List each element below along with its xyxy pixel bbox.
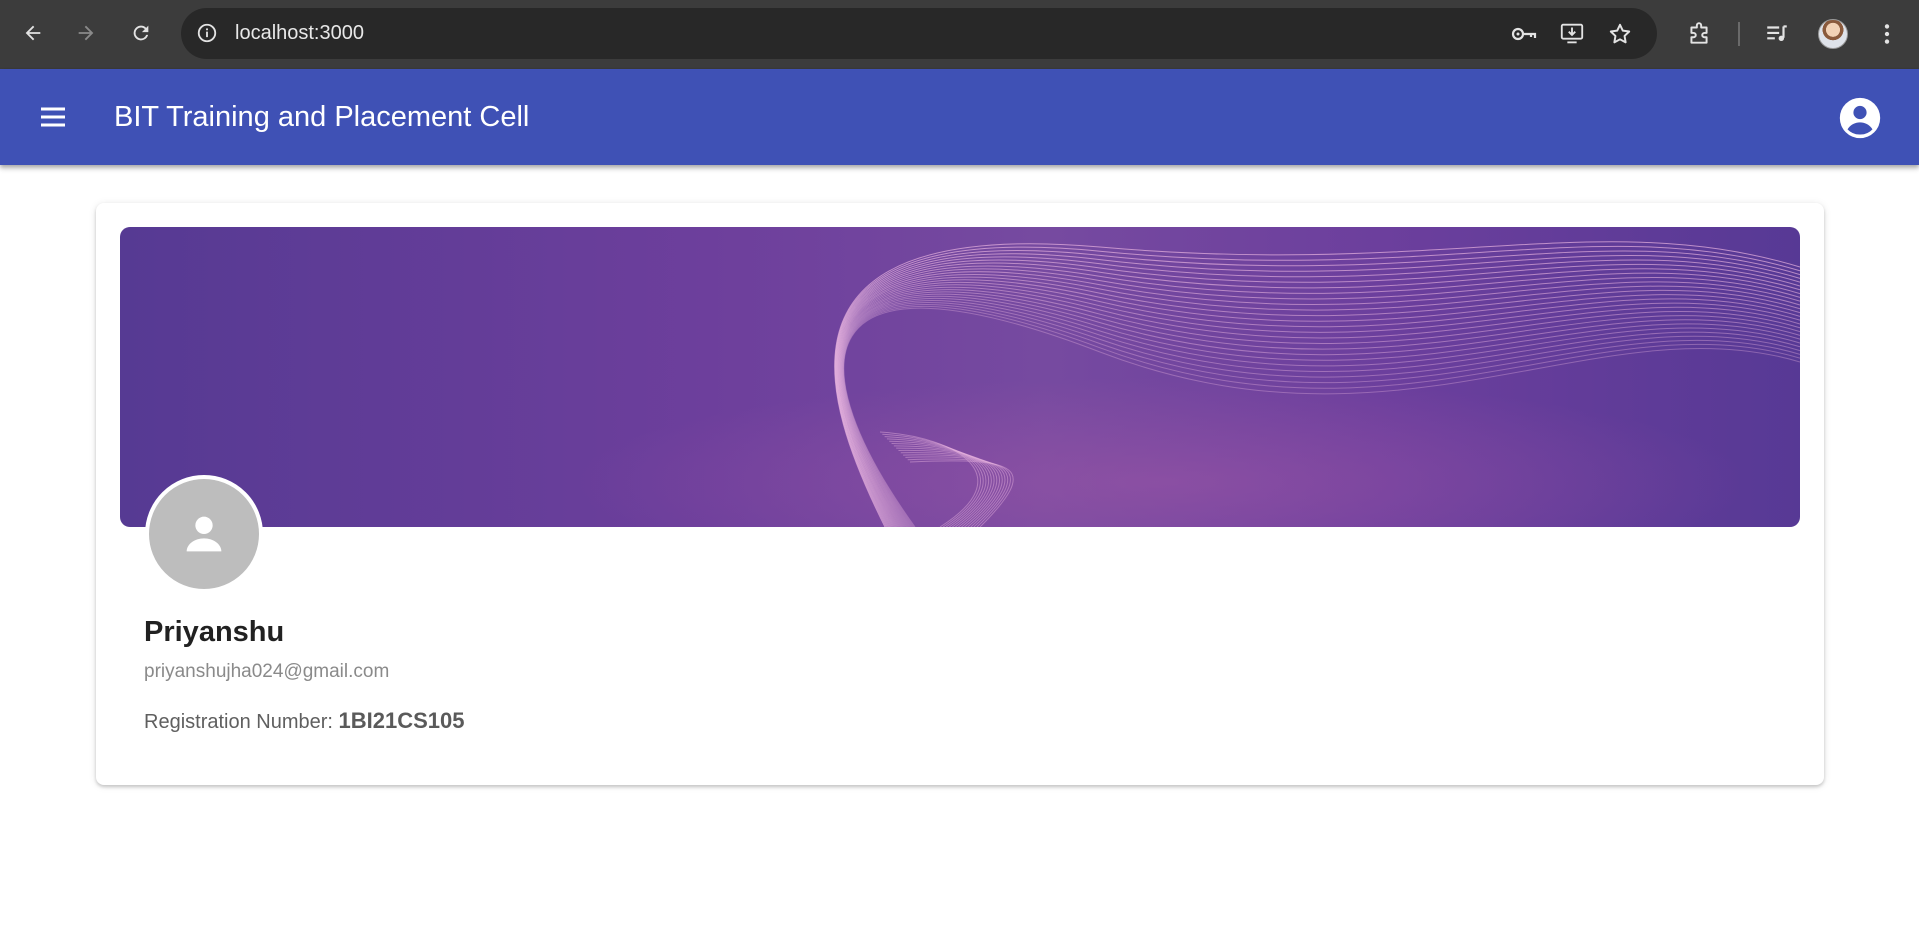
registration-row: Registration Number: 1BI21CS105 — [144, 708, 465, 734]
account-circle-icon — [1839, 97, 1881, 139]
account-button[interactable] — [1837, 95, 1883, 141]
hamburger-menu-icon — [41, 107, 65, 127]
extensions-icon[interactable] — [1684, 19, 1714, 49]
user-email: priyanshujha024@gmail.com — [144, 661, 390, 682]
registration-number: 1BI21CS105 — [338, 708, 465, 733]
toolbar-divider — [1738, 22, 1740, 46]
profile-avatar[interactable] — [1818, 19, 1848, 49]
site-info-icon[interactable] — [195, 21, 219, 45]
app-bar: BIT Training and Placement Cell — [0, 69, 1919, 165]
forward-button[interactable] — [70, 17, 102, 49]
forward-arrow-icon — [78, 25, 94, 41]
bookmark-star-icon[interactable] — [1606, 20, 1634, 48]
back-button[interactable] — [17, 17, 49, 49]
reload-icon — [133, 25, 149, 41]
address-bar[interactable]: localhost:3000 — [181, 8, 1657, 59]
back-arrow-icon — [25, 25, 41, 41]
avatar — [145, 475, 263, 593]
media-controls-icon[interactable] — [1762, 19, 1792, 49]
registration-label: Registration Number: — [144, 711, 333, 733]
password-key-icon[interactable] — [1510, 20, 1538, 48]
url-text[interactable]: localhost:3000 — [235, 22, 364, 45]
reload-button[interactable] — [125, 17, 157, 49]
browser-toolbar: localhost:3000 — [0, 0, 1919, 69]
wave-lines-decoration — [120, 227, 1800, 527]
install-app-icon[interactable] — [1558, 20, 1586, 48]
person-icon — [186, 516, 222, 552]
more-options-icon[interactable] — [1872, 19, 1902, 49]
menu-button[interactable] — [33, 97, 73, 137]
profile-card: Priyanshu priyanshujha024@gmail.com Regi… — [96, 203, 1824, 785]
cover-banner — [120, 227, 1800, 527]
user-name: Priyanshu — [144, 616, 285, 648]
app-title: BIT Training and Placement Cell — [114, 101, 530, 133]
